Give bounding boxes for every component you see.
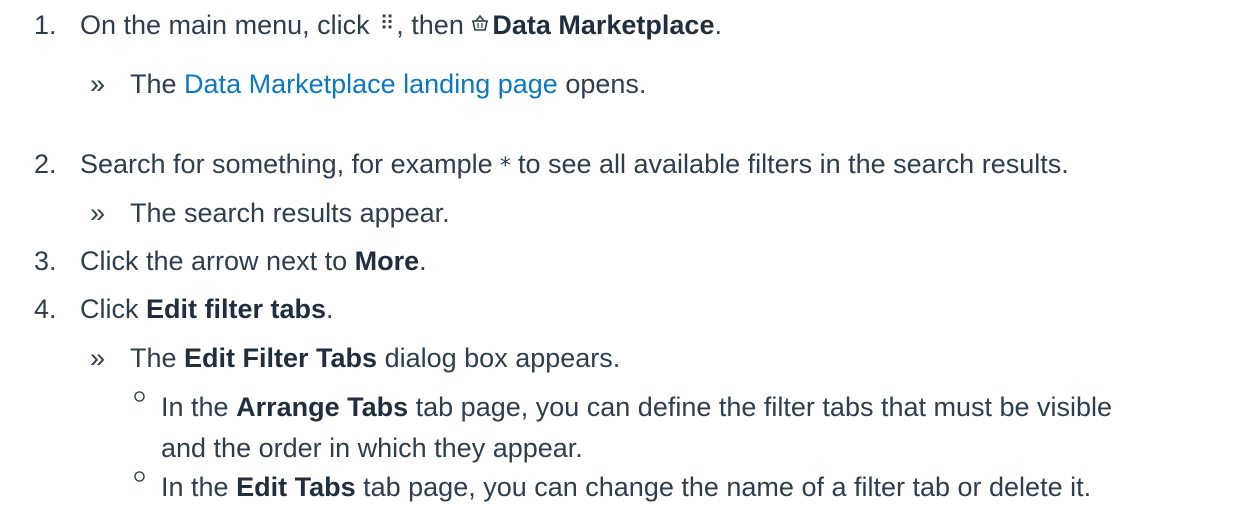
result-text: dialog box appears. [384,343,621,373]
result-text: opens. [565,69,647,99]
edit-filter-tabs-label: Edit filter tabs [146,294,327,324]
grid-icon: ⠿ [379,13,395,35]
procedure-document: 1. On the main menu, click ⠿, then Data Ma… [0,0,1252,502]
step-1: 1. On the main menu, click ⠿, then Data Ma… [34,8,722,43]
step-text: to see all available filters in the sear… [517,149,1069,179]
bullet-marker [134,471,145,482]
step-text: Click the arrow next to [80,246,348,276]
arrange-tabs-label: Arrange Tabs [236,392,409,422]
result-marker: » [90,69,106,99]
step-text: . [326,294,334,324]
step-number: 2. [34,149,57,179]
step-4-result: » The Edit Filter Tabs dialog box appears… [90,341,620,376]
edit-filter-tabs-dialog-label: Edit Filter Tabs [184,343,378,373]
step-2-result: » The search results appear. [90,196,450,231]
basket-icon [471,13,489,39]
step-text: Click [80,294,139,324]
bullet-text: tab page, you can define the filter tabs… [415,392,1113,422]
result-marker: » [90,343,106,373]
step-text: . [714,10,722,40]
bullet-arrange-tabs-continued: and the order in which they appear. [161,431,583,466]
menu-item-data-marketplace: Data Marketplace [492,10,715,40]
step-number: 3. [34,246,57,276]
bullet-edit-tabs: In the Edit Tabs tab page, you can chang… [132,470,1091,505]
landing-page-link[interactable]: Data Marketplace landing page [184,69,558,99]
bullet-text: In the [161,472,229,502]
step-3: 3. Click the arrow next to More. [34,244,427,279]
bullet-text: In the [161,392,229,422]
result-marker: » [90,198,106,228]
step-text: On the main menu, click [80,10,370,40]
step-2: 2. Search for something, for example * to s… [34,147,1069,182]
result-text: The [130,343,177,373]
step-4: 4. Click Edit filter tabs. [34,292,334,327]
step-number: 4. [34,294,57,324]
step-text: , then [396,10,464,40]
bullet-text: tab page, you can change the name of a f… [363,472,1092,502]
step-text: Search for something, for example [80,149,493,179]
result-text: The [130,69,177,99]
result-text: The search results appear. [130,198,450,228]
bullet-marker [134,391,145,402]
step-1-result: » The Data Marketplace landing page opens… [90,67,646,102]
more-label: More [354,246,420,276]
bullet-text: and the order in which they appear. [161,433,583,463]
step-number: 1. [34,10,57,40]
step-text: . [419,246,427,276]
edit-tabs-label: Edit Tabs [236,472,356,502]
bullet-arrange-tabs: In the Arrange Tabs tab page, you can de… [132,390,1112,425]
wildcard-code: * [498,154,512,179]
